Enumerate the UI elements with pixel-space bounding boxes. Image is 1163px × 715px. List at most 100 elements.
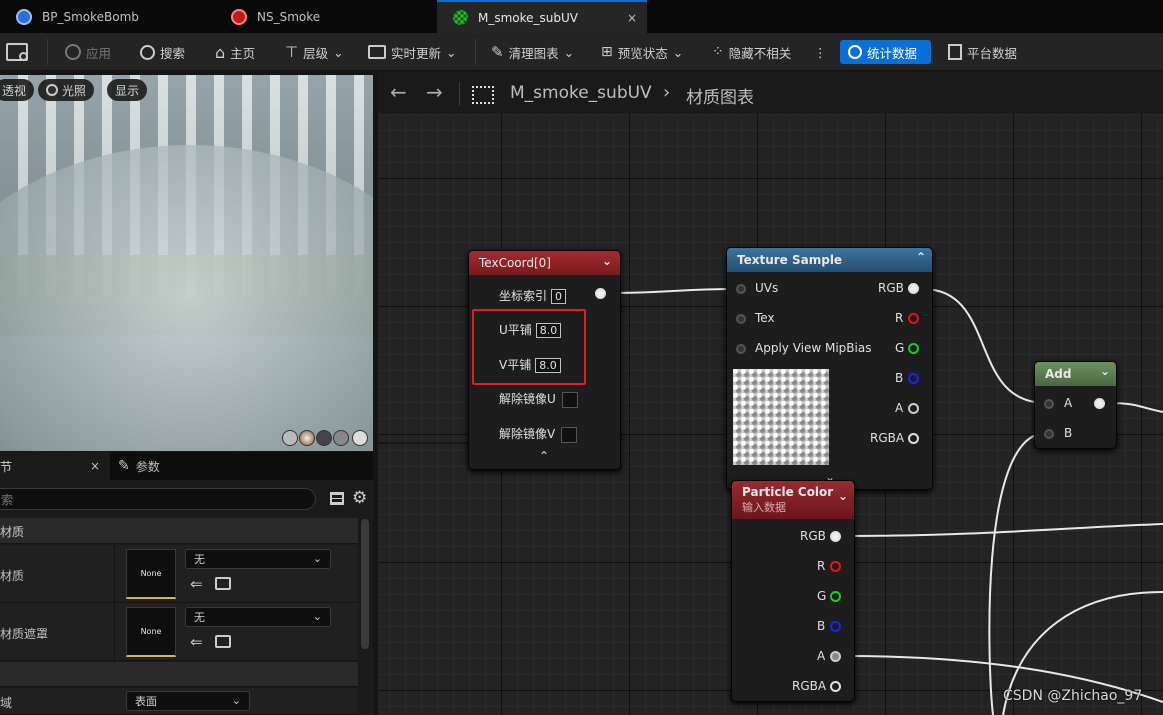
unmirror-v-field[interactable]: 解除镜像V <box>499 425 578 443</box>
browse-icon[interactable] <box>215 577 231 590</box>
browse-icon[interactable] <box>215 635 231 648</box>
asset-thumbnail[interactable]: None <box>126 607 176 657</box>
perspective-button[interactable]: 透视 <box>0 79 35 101</box>
texcoord-node-header[interactable]: TexCoord[0] ⌄ <box>469 251 620 275</box>
live-update-dropdown[interactable]: 实时更新 ⌄ <box>368 40 457 64</box>
table-view-icon[interactable] <box>330 492 344 505</box>
use-selected-icon[interactable]: ⇐ <box>190 575 203 593</box>
clean-graph-dropdown[interactable]: ✎ 清理图表 ⌄ <box>491 40 574 64</box>
b-input-pin[interactable] <box>1044 429 1054 439</box>
checkbox[interactable] <box>561 391 578 408</box>
more-options-icon[interactable]: ⋮ <box>814 40 827 64</box>
apply-icon <box>65 44 81 60</box>
unmirror-u-field[interactable]: 解除镜像U <box>499 390 578 408</box>
preview-shape-sphere-icon[interactable] <box>299 430 315 446</box>
use-selected-icon[interactable]: ⇐ <box>190 633 203 651</box>
mipbias-input-label: Apply View MipBias <box>755 341 872 355</box>
b-output-pin[interactable] <box>908 373 919 384</box>
preview-state-label: 预览状态 <box>617 45 668 61</box>
a-input-pin[interactable] <box>1044 399 1054 409</box>
preview-shape-cube-icon[interactable] <box>333 430 349 446</box>
tab-m-smoke-subuv[interactable]: M_smoke_subUV × <box>437 0 647 33</box>
node-title: Add <box>1045 367 1072 381</box>
show-button[interactable]: 显示 <box>107 79 148 101</box>
asset-dropdown[interactable]: 无 ⌄ <box>185 549 331 569</box>
add-node[interactable]: Add ⌄ A B <box>1034 361 1117 449</box>
g-output-pin[interactable] <box>830 591 841 602</box>
mipbias-input-pin[interactable] <box>736 344 746 354</box>
lit-button[interactable]: 光照 <box>38 79 95 101</box>
rgba-output-pin[interactable] <box>830 681 841 692</box>
asset-thumbnail[interactable]: None <box>126 549 176 599</box>
details-scrollbar[interactable] <box>361 519 369 649</box>
tab-params-label: 参数 <box>135 459 160 474</box>
close-icon[interactable]: × <box>627 11 637 25</box>
tex-input-pin[interactable] <box>736 314 746 324</box>
material-graph-canvas[interactable]: ← → M_smoke_subUV › 材质图表 TexCoord[0] ⌄ 坐… <box>378 72 1163 715</box>
add-node-header[interactable]: Add ⌄ <box>1035 362 1116 386</box>
texcoord-output-pin[interactable] <box>595 288 606 299</box>
r-output-label: R <box>895 311 904 325</box>
a-output-pin[interactable] <box>830 651 841 662</box>
tab-ns-smoke[interactable]: NS_Smoke <box>215 0 437 33</box>
section-material-header[interactable]: 材质 <box>0 518 358 544</box>
browse-asset-button[interactable] <box>6 40 28 64</box>
domain-dropdown[interactable]: 表面 ⌄ <box>126 691 250 711</box>
b-output-pin[interactable] <box>830 621 841 632</box>
field-value[interactable]: 0 <box>551 289 567 304</box>
chevron-up-icon[interactable]: ⌃ <box>916 250 926 264</box>
wire-add-b <box>988 432 1047 715</box>
apply-label: 应用 <box>86 45 112 61</box>
preview-state-dropdown[interactable]: ⊞ 预览状态 ⌄ <box>601 40 683 64</box>
add-output-pin[interactable] <box>1094 398 1105 409</box>
g-output-pin[interactable] <box>908 343 919 354</box>
preview-shape-plane-icon[interactable] <box>316 430 332 446</box>
preview-shape-cylinder-icon[interactable] <box>282 430 298 446</box>
texcoord-node[interactable]: TexCoord[0] ⌄ 坐标索引 0 U平铺 8.0 V平铺 8.0 解除镜像U … <box>468 250 621 470</box>
hide-unrelated-icon: ⁘ <box>712 44 724 60</box>
chevron-up-icon[interactable]: ⌃ <box>539 449 549 463</box>
close-icon[interactable]: × <box>90 459 100 473</box>
search-input[interactable]: 索 <box>0 488 316 510</box>
texture-sample-node[interactable]: Texture Sample ⌃ UVs Tex Apply View MipB… <box>726 247 933 490</box>
texture-sample-node-header[interactable]: Texture Sample ⌃ <box>727 248 932 272</box>
coord-index-field[interactable]: 坐标索引 0 <box>499 287 567 304</box>
rgba-output-label: RGBA <box>870 431 905 445</box>
rgba-output-pin[interactable] <box>908 433 919 444</box>
document-tab-bar: BP_SmokeBomb NS_Smoke M_smoke_subUV × <box>0 0 1163 33</box>
dropdown-value: 无 <box>194 611 205 624</box>
asset-dropdown[interactable]: 无 ⌄ <box>185 607 331 627</box>
perspective-label: 透视 <box>2 83 27 98</box>
r-output-pin[interactable] <box>830 561 841 572</box>
gear-icon[interactable]: ⚙ <box>352 488 367 508</box>
preview-shape-mesh-icon[interactable] <box>352 430 368 446</box>
material-icon <box>453 10 468 25</box>
tab-bp-smokebomb[interactable]: BP_SmokeBomb <box>0 0 215 33</box>
particle-color-node-header[interactable]: Particle Color 输入数据 ⌄ <box>732 481 854 519</box>
chevron-down-icon[interactable]: ⌄ <box>1100 364 1110 378</box>
hide-unrelated-button[interactable]: ⁘ 隐藏不相关 <box>712 40 791 64</box>
niagara-icon <box>231 8 247 25</box>
a-output-pin[interactable] <box>908 403 919 414</box>
uvs-input-pin[interactable] <box>736 284 746 294</box>
apply-button[interactable]: 应用 <box>65 40 111 64</box>
particle-color-node[interactable]: Particle Color 输入数据 ⌄ RGB R G B A RGBA <box>731 480 855 702</box>
r-output-pin[interactable] <box>908 313 919 324</box>
hierarchy-dropdown[interactable]: ⊤ 层级 ⌄ <box>285 40 344 64</box>
chevron-down-icon[interactable]: ⌄ <box>602 254 612 268</box>
tab-params[interactable]: ✎ 参数 <box>118 452 160 480</box>
rgb-output-pin[interactable] <box>908 283 919 294</box>
tab-details[interactable]: 节 × <box>0 452 110 480</box>
stats-button[interactable]: 统计数据 <box>840 40 931 64</box>
highlight-box <box>472 309 586 385</box>
material-preview-viewport[interactable]: 透视 光照 显示 <box>0 75 373 451</box>
hide-unrelated-label: 隐藏不相关 <box>728 45 792 61</box>
search-button[interactable]: 搜索 <box>140 40 185 64</box>
chevron-down-icon[interactable]: ⌄ <box>838 489 848 503</box>
home-button[interactable]: ⌂ 主页 <box>215 40 255 64</box>
platform-stats-button[interactable]: 平台数据 <box>948 40 1017 64</box>
texture-preview-thumbnail <box>733 369 829 465</box>
uvs-input-label: UVs <box>755 281 779 295</box>
checkbox[interactable] <box>561 426 578 443</box>
rgb-output-pin[interactable] <box>830 531 841 542</box>
